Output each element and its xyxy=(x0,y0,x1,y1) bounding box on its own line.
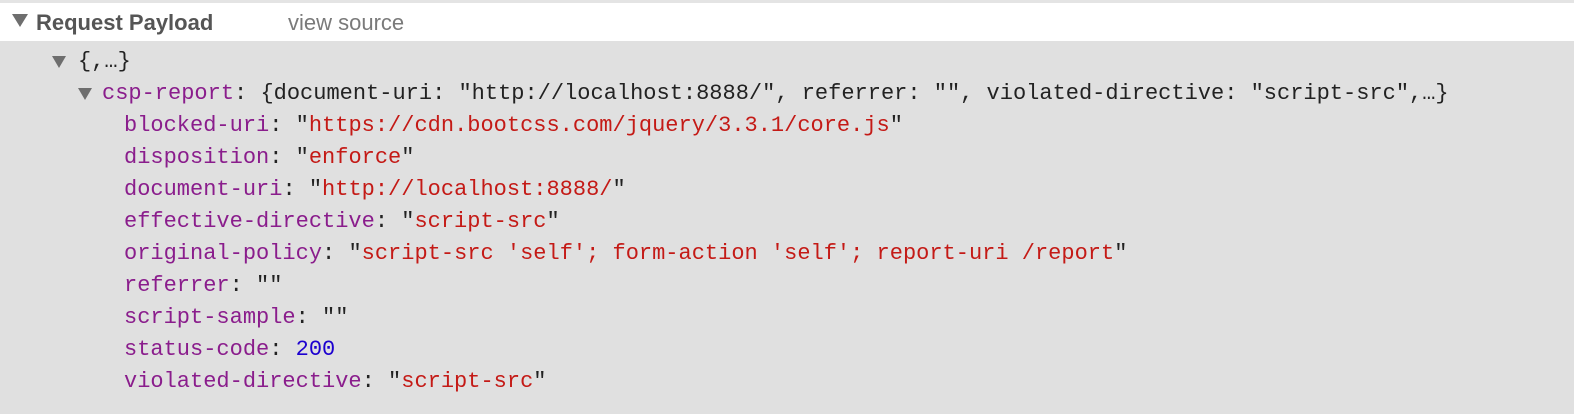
field-value: script-src xyxy=(414,209,547,234)
field-value: http://localhost:8888/ xyxy=(322,177,613,202)
field-key: original-policy xyxy=(124,241,323,266)
object-preview: {document-uri: "http://localhost:8888/",… xyxy=(260,81,1449,106)
section-title: Request Payload xyxy=(36,10,214,35)
field-separator: : xyxy=(269,145,296,170)
field-separator: : xyxy=(295,305,323,330)
payload-field-row[interactable]: script-sample: "" xyxy=(124,302,348,334)
field-key: referrer xyxy=(124,273,230,298)
field-key: blocked-uri xyxy=(124,113,270,138)
view-source-link[interactable]: view source xyxy=(288,10,404,36)
payload-field-row[interactable]: violated-directive: "script-src" xyxy=(124,366,546,398)
field-key: script-sample xyxy=(124,305,296,330)
field-separator: : xyxy=(229,273,257,298)
request-payload-header[interactable]: Request Payload view source xyxy=(0,3,1574,41)
payload-field-row[interactable]: effective-directive: "script-src" xyxy=(124,206,560,238)
payload-field-row[interactable]: referrer: "" xyxy=(124,270,282,302)
field-separator: : xyxy=(269,337,296,362)
expand-triangle-icon[interactable] xyxy=(78,88,92,100)
payload-field-row[interactable]: status-code: 200 xyxy=(124,334,335,366)
field-key: disposition xyxy=(124,145,270,170)
request-payload-panel: Request Payload view source {,…} csp-rep… xyxy=(0,0,1574,414)
collapse-triangle-icon[interactable] xyxy=(12,14,28,27)
payload-field-row[interactable]: document-uri: "http://localhost:8888/" xyxy=(124,174,626,206)
field-value: enforce xyxy=(308,145,402,170)
field-key: document-uri xyxy=(124,177,283,202)
payload-field-row[interactable]: blocked-uri: "https://cdn.bootcss.com/jq… xyxy=(124,110,903,142)
field-value: https://cdn.bootcss.com/jquery/3.3.1/cor… xyxy=(308,113,890,138)
field-key: status-code xyxy=(124,337,270,362)
field-value: script-src 'self'; form-action 'self'; r… xyxy=(361,241,1115,266)
field-value: 200 xyxy=(295,337,336,362)
field-separator: : xyxy=(361,369,389,394)
field-value: script-src xyxy=(401,369,534,394)
object-key: csp-report xyxy=(102,81,235,106)
expand-triangle-icon[interactable] xyxy=(52,56,66,68)
payload-tree: {,…} csp-report: {document-uri: "http://… xyxy=(0,41,1574,414)
payload-field-row[interactable]: original-policy: "script-src 'self'; for… xyxy=(124,238,1127,270)
field-separator: : xyxy=(269,113,296,138)
field-separator: : xyxy=(282,177,309,202)
field-key: violated-directive xyxy=(124,369,362,394)
field-key: effective-directive xyxy=(124,209,375,234)
payload-field-row[interactable]: disposition: "enforce" xyxy=(124,142,414,174)
root-preview: {,…} xyxy=(78,49,131,74)
field-separator: : xyxy=(322,241,349,266)
field-separator: : xyxy=(374,209,402,234)
